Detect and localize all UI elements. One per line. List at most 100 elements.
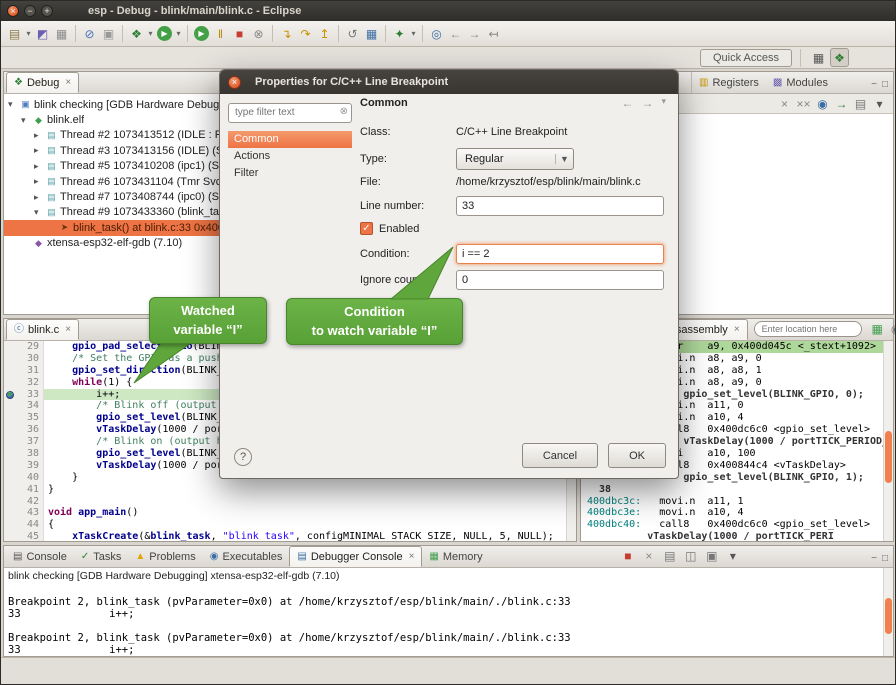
drop-to-frame-button[interactable]: ↺ [343,24,362,43]
clear-filter-icon[interactable]: ⊗ [340,106,348,117]
console-scrollbar[interactable] [883,568,893,656]
line-number[interactable]: 39 [18,460,44,472]
line-number[interactable]: 44 [18,519,44,531]
instruction-stepping-button[interactable]: ▦ [362,24,381,43]
tree-expander[interactable]: ▸ [34,161,45,172]
editor-annotation-ruler[interactable] [4,519,18,531]
line-number[interactable]: 38 [18,448,44,460]
skip-breakpoints-button[interactable]: ⊘ [80,24,99,43]
dialog-titlebar[interactable]: × Properties for C/C++ Line Breakpoint [220,70,678,94]
remove-all-breakpoints-button[interactable]: ×× [794,94,813,113]
search-button[interactable]: ◎ [427,24,446,43]
tab-debugger-console[interactable]: ▤Debugger Console× [289,546,422,567]
editor-annotation-ruler[interactable] [4,448,18,460]
line-number[interactable]: 31 [18,365,44,377]
editor-annotation-ruler[interactable] [4,531,18,541]
window-close-button[interactable]: × [7,5,19,17]
tab-blink-c[interactable]: ⓒ blink.c × [6,319,79,340]
save-button[interactable]: ◩ [33,24,52,43]
type-dropdown[interactable]: Regular ▼ [456,148,574,170]
line-number[interactable]: 45 [18,531,44,541]
disassembly-scrollbar[interactable] [883,341,893,541]
line-number[interactable]: 40 [18,472,44,484]
line-number[interactable]: 30 [18,353,44,365]
editor-annotation-ruler[interactable] [4,436,18,448]
quick-access-button[interactable]: Quick Access [700,49,792,67]
editor-annotation-ruler[interactable] [4,507,18,519]
window-maximize-button[interactable]: + [41,5,53,17]
close-tab-icon[interactable]: × [409,551,415,562]
dialog-nav-common[interactable]: Common [228,131,352,148]
line-number[interactable]: 29 [18,341,44,353]
line-number[interactable]: 32 [18,377,44,389]
line-number[interactable]: 36 [18,424,44,436]
tab-tasks[interactable]: ✓Tasks [74,546,129,567]
minimize-panel-icon[interactable]: − [871,553,877,564]
editor-annotation-ruler[interactable] [4,341,18,353]
terminate-button[interactable]: ■ [230,24,249,43]
remove-breakpoint-button[interactable]: × [775,94,794,113]
tree-expander[interactable]: ▸ [34,176,45,187]
tab-console[interactable]: ▤Console [6,546,74,567]
clear-console-button[interactable]: ▤ [660,546,679,565]
previous-annotation-button[interactable]: ← [446,24,465,43]
tab-problems[interactable]: ▲Problems [128,546,202,567]
editor-annotation-ruler[interactable] [4,353,18,365]
editor-annotation-ruler[interactable] [4,472,18,484]
tab-modules[interactable]: ▩ Modules [766,72,835,93]
dialog-nav-filter[interactable]: Filter [228,165,352,182]
tree-expander[interactable]: ▾ [21,115,32,126]
close-tab-icon[interactable]: × [65,77,71,88]
step-over-button[interactable]: ↷ [296,24,315,43]
debug-dropdown[interactable]: ▾ [146,24,155,43]
editor-annotation-ruler[interactable] [4,400,18,412]
line-number[interactable]: 37 [18,436,44,448]
sync-selection-button[interactable]: ◉ [887,319,896,338]
editor-annotation-ruler[interactable] [4,412,18,424]
tree-expander[interactable]: ▸ [34,145,45,156]
forward-icon[interactable]: → [641,96,653,110]
debug-perspective-button[interactable]: ❖ [830,48,849,67]
dialog-nav-actions[interactable]: Actions [228,148,352,165]
ignore-count-input[interactable] [456,270,664,290]
cancel-button[interactable]: Cancel [522,443,598,468]
pin-console-button[interactable]: ◫ [681,546,700,565]
tab-debug[interactable]: ❖ Debug × [6,72,79,93]
console-lines[interactable]: Breakpoint 2, blink_task (pvParameter=0x… [4,584,893,656]
tree-expander[interactable]: ▾ [34,207,45,218]
debug-button[interactable]: ❖ [127,24,146,43]
step-into-button[interactable]: ↴ [277,24,296,43]
minimize-panel-icon[interactable]: − [871,79,877,90]
new-dropdown[interactable]: ▾ [24,24,33,43]
window-minimize-button[interactable]: − [24,5,36,17]
step-return-button[interactable]: ↥ [315,24,334,43]
disconnect-button[interactable]: ⊗ [249,24,268,43]
last-edit-location-button[interactable]: ↤ [484,24,503,43]
tab-registers[interactable]: ▥ Registers [691,72,766,93]
back-icon[interactable]: ← [621,96,633,110]
editor-annotation-ruler[interactable] [4,377,18,389]
remove-console-button[interactable]: × [639,546,658,565]
editor-annotation-ruler[interactable]: ▶ [4,389,18,401]
maximize-panel-icon[interactable]: □ [882,553,888,564]
go-to-file-button[interactable]: → [832,94,851,113]
tree-expander[interactable]: ▸ [34,192,45,203]
menu-dropdown-icon[interactable]: ▾ [661,96,666,110]
editor-annotation-ruler[interactable] [4,496,18,508]
location-input[interactable] [754,321,862,337]
maximize-panel-icon[interactable]: □ [882,79,888,90]
close-tab-icon[interactable]: × [734,324,740,335]
open-perspective-button[interactable]: ▦ [809,48,828,67]
dialog-close-button[interactable]: × [228,76,241,89]
tab-memory[interactable]: ▦Memory [422,546,489,567]
disassembly-scrollbar-thumb[interactable] [885,431,892,483]
help-button[interactable]: ? [234,448,252,466]
ok-button[interactable]: OK [608,443,666,468]
show-source-button[interactable]: ▦ [868,319,887,338]
line-number[interactable]: 43 [18,507,44,519]
line-number[interactable]: 41 [18,484,44,496]
line-number[interactable]: 42 [18,496,44,508]
line-number[interactable]: 35 [18,412,44,424]
new-wizard-button[interactable]: ▤ [5,24,24,43]
run-dropdown[interactable]: ▾ [174,24,183,43]
